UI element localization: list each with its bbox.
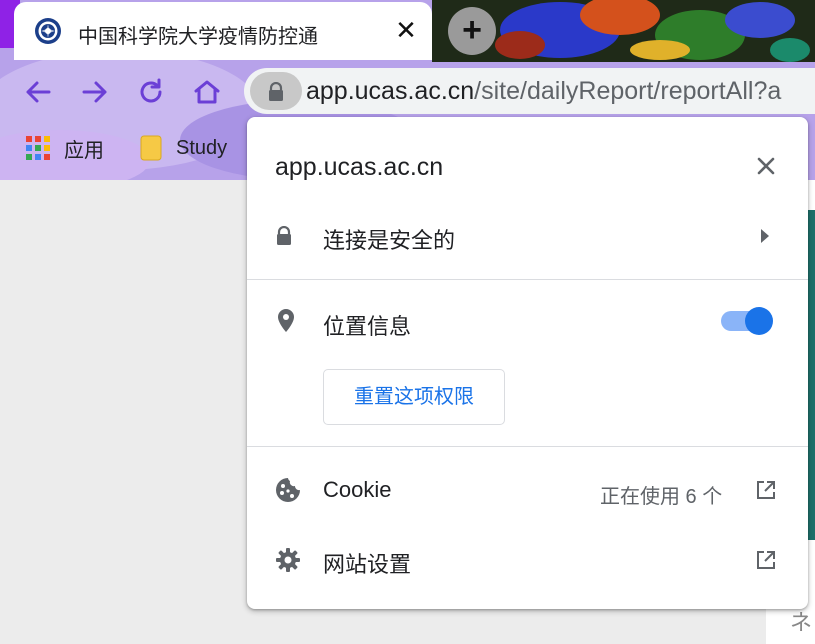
divider [247,279,808,280]
site-info-button[interactable] [250,72,302,110]
url-path: /site/dailyReport/reportAll?a [474,77,782,105]
url-text[interactable]: app.ucas.ac.cn/site/dailyReport/reportAl… [306,77,781,106]
cookie-label: Cookie [323,477,392,502]
location-permission-row: 位置信息 [247,299,808,345]
site-settings-label: 网站设置 [323,552,412,577]
new-tab-button[interactable]: + [448,7,496,55]
close-icon[interactable] [753,153,779,179]
cookie-count-status: 正在使用 6 个 [600,486,723,508]
page-content-text: ネ [790,610,813,635]
chevron-right-icon [761,229,769,243]
active-tab[interactable]: 中国科学院大学疫情防控通 ✕ [14,2,432,60]
arrow-right-icon [82,81,107,103]
divider [247,446,808,447]
tab-close-icon[interactable]: ✕ [392,16,420,44]
tab-title: 中国科学院大学疫情防控通 [78,26,318,48]
home-icon [194,80,220,104]
lock-icon [277,226,291,245]
bookmark-apps[interactable]: 应用 [26,128,104,168]
url-host: app.ucas.ac.cn [306,77,475,105]
connection-security-label: 连接是安全的 [323,228,456,253]
location-pin-icon [278,309,294,332]
ucas-emblem-icon [35,18,61,44]
bookmark-study-folder[interactable]: Study [140,128,227,168]
toggle-knob [745,307,773,335]
location-toggle[interactable] [719,305,773,335]
arrow-left-icon [26,81,51,103]
cookie-icon [276,478,300,502]
home-button[interactable] [189,74,225,110]
lock-icon [269,82,283,101]
back-button[interactable] [20,74,56,110]
cookie-row[interactable]: Cookie 正在使用 6 个 [247,467,808,513]
forward-button[interactable] [77,74,113,110]
gear-icon [276,548,300,572]
reset-permission-button[interactable]: 重置这项权限 [323,369,505,425]
open-external-icon [757,481,775,499]
reload-button[interactable] [133,74,169,110]
site-info-popup: app.ucas.ac.cn 连接是安全的 位置信息 重置这项权限 Cookie… [247,117,808,609]
apps-grid-icon [26,136,50,160]
folder-icon [140,135,162,161]
bookmark-label: Study [176,136,228,159]
bookmark-label: 应用 [64,139,104,162]
open-external-icon [757,551,775,569]
address-bar[interactable]: app.ucas.ac.cn/site/dailyReport/reportAl… [244,68,815,114]
reload-icon [140,78,162,103]
location-permission-label: 位置信息 [323,314,412,339]
connection-security-row[interactable]: 连接是安全的 [247,213,808,259]
site-settings-row[interactable]: 网站设置 [247,537,808,583]
popup-title: app.ucas.ac.cn [275,153,444,181]
